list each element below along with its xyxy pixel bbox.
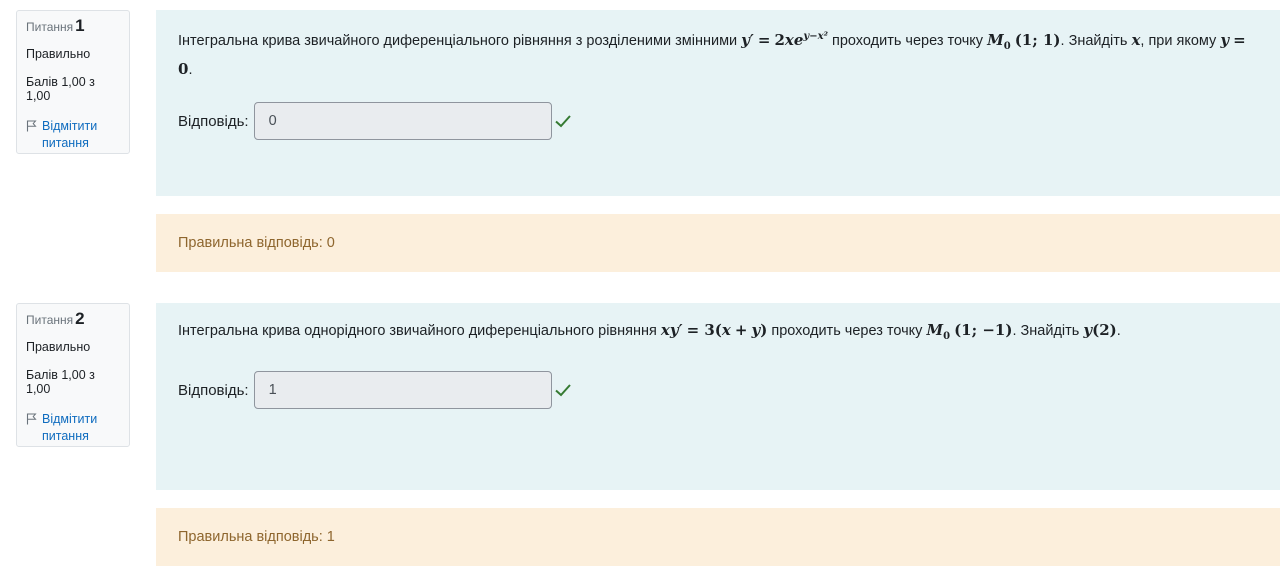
check-icon [554,384,571,397]
question-text: Інтегральна крива однорідного звичайного… [178,321,1121,342]
point: M0 (1; 1) [987,30,1061,52]
question-state: Правильно [26,47,91,61]
answer-label: Відповідь: [178,112,249,130]
question-info: Питання 1 Правильно Балів 1,00 з 1,00 Від… [16,10,130,154]
answer-input[interactable]: 1 [253,371,552,409]
flag-icon [26,120,37,132]
question-label: Питання [26,20,74,34]
question-label: Питання [26,313,74,327]
flag-label-line1: Відмітити [42,119,98,133]
answer-input[interactable]: 0 [253,102,552,140]
flag-label-line2: питання [42,136,89,150]
question-number: 1 [75,16,85,35]
flag-label-line1: Відмітити [42,412,98,426]
question-content: Інтегральна крива однорідного звичайного… [156,303,1280,490]
equation: xy′ = 3(x + y) [660,321,768,339]
flag-label-line2: питання [42,429,89,443]
question-info: Питання 2 Правильно Балів 1,00 з 1,00 Від… [16,303,130,447]
answer-row: Відповідь: 0 [178,102,572,140]
check-icon [554,115,571,128]
flag-question-link[interactable]: Відмітити питання [26,411,120,445]
flag-question-link[interactable]: Відмітити питання [26,118,120,152]
answer-label: Відповідь: [178,381,249,399]
answer-row: Відповідь: 1 [178,371,572,409]
equation: y′ = 2xey−x² [741,30,828,49]
question-content: Інтегральна крива звичайного диференціал… [156,10,1280,196]
point: M0 (1; −1) [926,321,1013,342]
question-state: Правильно [26,340,91,354]
question-text: Інтегральна крива звичайного диференціал… [178,30,1246,78]
flag-icon [26,413,37,425]
correct-answer-feedback: Правильна відповідь: 0 [156,214,1280,272]
question-number: 2 [75,309,85,328]
question-grade: Балів 1,00 з 1,00 [26,75,95,103]
question-grade: Балів 1,00 з 1,00 [26,368,95,396]
correct-answer-feedback: Правильна відповідь: 1 [156,508,1280,566]
